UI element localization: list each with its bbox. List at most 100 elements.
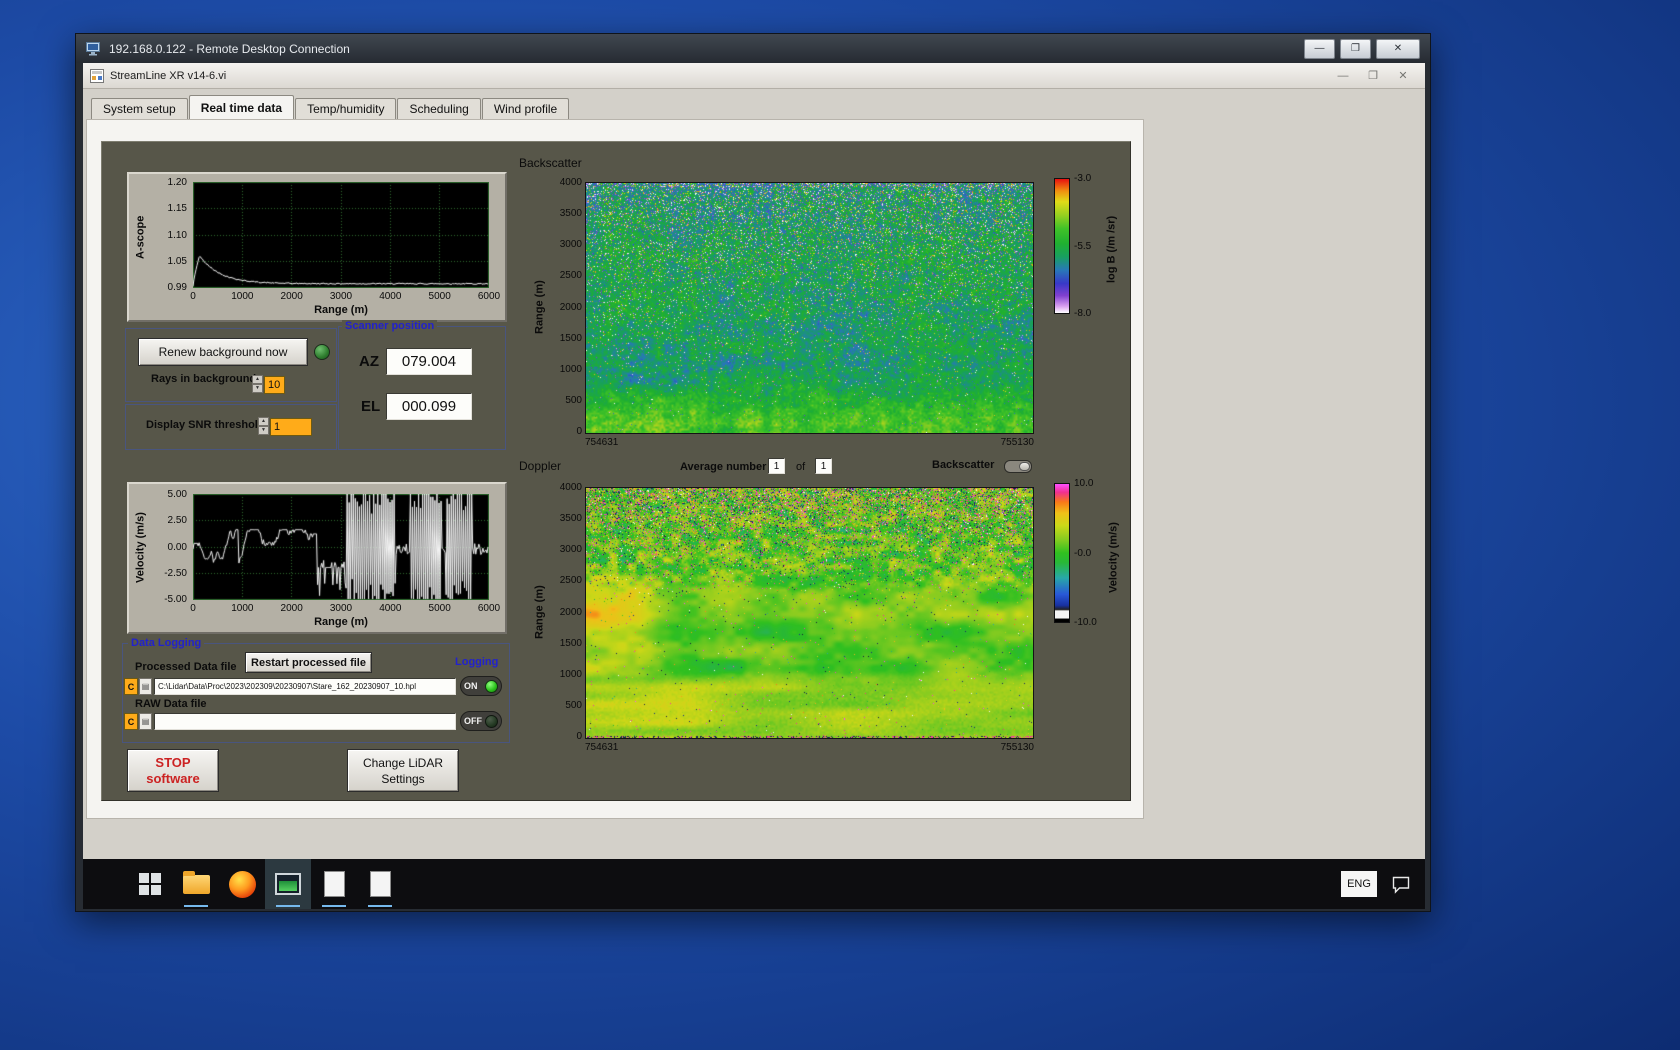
file-explorer-icon[interactable]	[173, 859, 219, 909]
ascope-graph	[193, 182, 489, 288]
snr-decrement-icon[interactable]: ▼	[258, 426, 269, 435]
slider-knob[interactable]	[1019, 462, 1030, 471]
tick-label: 6000	[477, 603, 501, 614]
renew-background-button[interactable]: Renew background now	[138, 338, 308, 366]
average-number-label: Average number	[680, 461, 767, 473]
folder-icon	[182, 870, 210, 894]
tick-label: 2000	[559, 301, 582, 313]
document-app-icon[interactable]	[357, 859, 403, 909]
rays-spinner[interactable]: ▲ ▼	[252, 375, 263, 393]
tick-label: 1000	[231, 291, 254, 302]
tick-label: 4000	[379, 291, 402, 302]
tick-label: 0	[576, 426, 582, 437]
raw-path-field[interactable]	[154, 713, 456, 730]
app-close-button[interactable]: ✕	[1388, 69, 1418, 82]
notification-icon[interactable]	[1391, 874, 1411, 894]
tick-label: 1000	[231, 603, 254, 614]
scanner-position-title: Scanner position	[342, 320, 438, 332]
tab-real-time-data[interactable]: Real time data	[188, 95, 295, 119]
tick-label: 5000	[428, 603, 451, 614]
tab-temp-humidity[interactable]: Temp/humidity	[295, 98, 397, 119]
backscatter-x-end: 755130	[1000, 437, 1034, 448]
raw-logging-led	[485, 714, 498, 728]
raw-logging-toggle[interactable]: OFF	[460, 711, 502, 731]
snr-spinner[interactable]: ▲ ▼	[258, 417, 269, 435]
stop-software-button[interactable]: STOP software	[127, 749, 219, 792]
ascope-y-axis-label: A-scope	[134, 215, 147, 259]
az-value: 079.004	[386, 348, 472, 375]
velocity-y-axis-label: Velocity (m/s)	[134, 512, 147, 584]
firefox-icon[interactable]	[219, 859, 265, 909]
processed-drive-box[interactable]: C	[124, 678, 138, 695]
tick-label: 3000	[329, 291, 353, 302]
app-restore-button[interactable]: ❐	[1358, 69, 1388, 82]
tick-label: 0.00	[167, 541, 187, 553]
firefox-logo-icon	[228, 870, 256, 898]
labview-vi-icon	[90, 68, 104, 83]
velocity-graph	[193, 494, 489, 600]
tick-label: 500	[565, 699, 582, 711]
remote-desktop-window: 192.168.0.122 - Remote Desktop Connectio…	[75, 33, 1431, 912]
renew-background-label: Renew background now	[158, 345, 288, 359]
ascope-x-ticks: 0 1000 2000 3000 4000 5000 6000	[180, 291, 502, 302]
average-number-field-1[interactable]: 1	[768, 458, 785, 474]
ascope-y-ticks: 1.20 1.15 1.10 1.05 0.99	[153, 177, 187, 293]
restart-processed-file-label: Restart processed file	[251, 656, 366, 669]
display-snr-threshold-label: Display SNR threshold	[146, 419, 265, 431]
tick-label: 6000	[477, 291, 501, 302]
tick-label: -2.50	[164, 567, 187, 579]
app-minimize-button[interactable]: —	[1328, 70, 1358, 82]
tick-label: 1500	[559, 637, 582, 649]
scan-scheduler-icon[interactable]	[311, 859, 357, 909]
tick-label: -5.5	[1074, 240, 1092, 252]
processed-logging-toggle[interactable]: ON	[460, 676, 502, 696]
tick-label: 1.05	[167, 255, 187, 267]
remote-desktop-icon	[86, 41, 100, 55]
logging-label: Logging	[455, 656, 499, 668]
tab-wind-profile[interactable]: Wind profile	[481, 98, 570, 119]
taskbar: ENG	[83, 859, 1425, 909]
snr-increment-icon[interactable]: ▲	[258, 417, 269, 426]
rays-value-field[interactable]: 10	[264, 376, 285, 394]
tick-label: 500	[565, 394, 582, 406]
raw-drive-box[interactable]: C	[124, 713, 138, 730]
rdp-close-button[interactable]: ✕	[1376, 38, 1420, 59]
tick-label: 0	[190, 603, 196, 614]
raw-data-file-label: RAW Data file	[135, 698, 207, 710]
of-label: of	[796, 461, 806, 473]
tab-system-setup[interactable]: System setup	[91, 98, 188, 119]
streamline-app-icon[interactable]	[265, 859, 311, 909]
backscatter-colorbar	[1054, 178, 1070, 314]
tick-label: 5.00	[167, 489, 187, 500]
tick-label: 2.50	[167, 515, 187, 527]
tick-label: 3000	[329, 603, 353, 614]
stop-line1: STOP	[155, 754, 191, 770]
raw-browse-icon[interactable]: ▤	[139, 713, 152, 730]
tick-label: -0.0	[1074, 547, 1092, 559]
rays-increment-icon[interactable]: ▲	[252, 375, 263, 384]
processed-data-file-label: Processed Data file	[135, 661, 237, 673]
start-button[interactable]	[127, 859, 173, 909]
rdp-minimize-button[interactable]: —	[1304, 38, 1335, 59]
windows-logo-icon	[139, 873, 161, 895]
rays-decrement-icon[interactable]: ▼	[252, 384, 263, 393]
real-time-data-panel: A-scope 1.20 1.15 1.10 1.05 0.99 0 1000 2000 30…	[101, 141, 1131, 801]
backscatter-x-start: 754631	[585, 437, 619, 448]
average-number-field-2[interactable]: 1	[815, 458, 832, 474]
tick-label: 3500	[559, 208, 582, 220]
tab-scheduling[interactable]: Scheduling	[397, 98, 481, 119]
doppler-x-end: 755130	[1000, 742, 1034, 753]
backscatter-toggle-slider[interactable]	[1004, 460, 1032, 473]
rdp-maximize-button[interactable]: ❐	[1340, 38, 1371, 59]
tick-label: 2000	[280, 603, 303, 614]
snr-value-field[interactable]: 1	[270, 418, 312, 436]
change-lidar-settings-button[interactable]: Change LiDAR Settings	[347, 749, 459, 792]
restart-processed-file-button[interactable]: Restart processed file	[245, 652, 372, 673]
scheduler-document-icon	[323, 871, 345, 897]
app-title: StreamLine XR v14-6.vi	[110, 69, 227, 82]
language-indicator[interactable]: ENG	[1341, 871, 1377, 897]
scanner-position-border	[338, 326, 506, 450]
tick-label: 10.0	[1074, 478, 1094, 489]
processed-path-field[interactable]: C:\Lidar\Data\Proc\2023\202309\20230907\…	[154, 678, 456, 695]
processed-browse-icon[interactable]: ▤	[139, 678, 152, 695]
